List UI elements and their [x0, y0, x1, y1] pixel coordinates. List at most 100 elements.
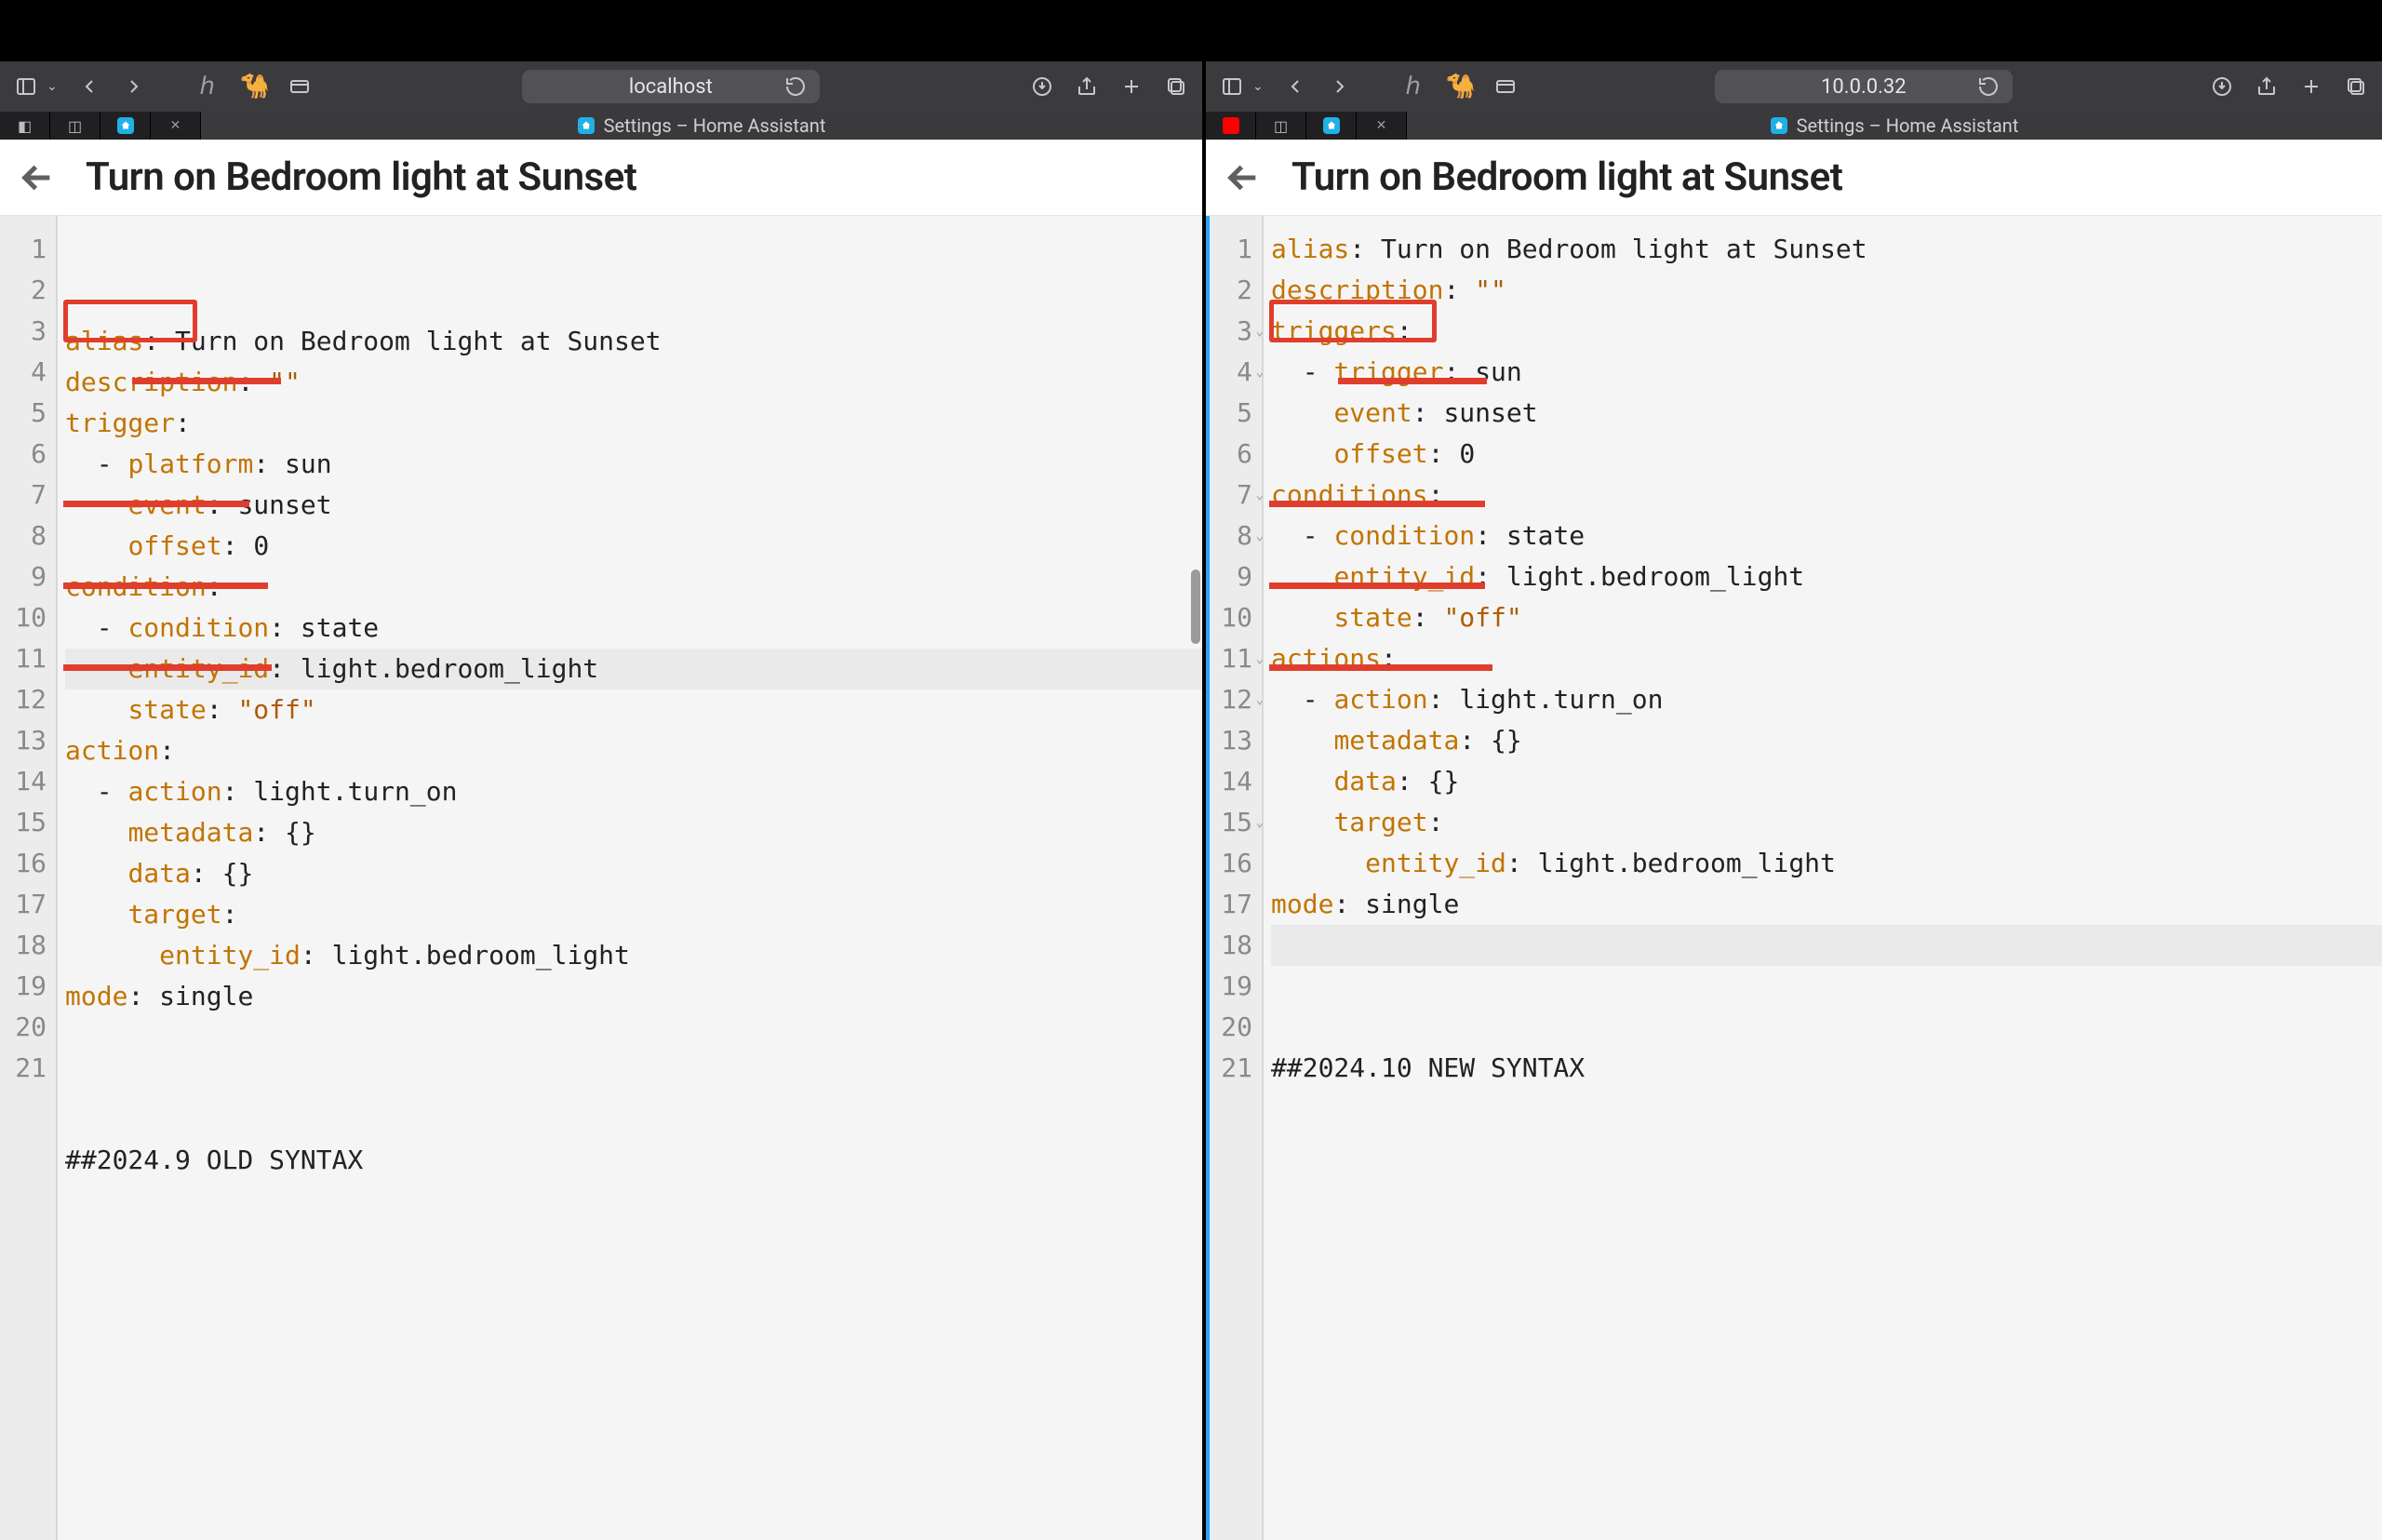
nav-back-icon[interactable] — [76, 74, 102, 100]
code-line[interactable]: data: {} — [65, 853, 1202, 894]
code-line[interactable]: - condition: state — [1271, 516, 2382, 556]
sidebar-toggle-icon[interactable] — [1219, 74, 1245, 100]
editor-code-area[interactable]: alias: Turn on Bedroom light at Sunsetde… — [1264, 216, 2382, 1540]
fold-caret-icon[interactable]: ⌄ — [1256, 352, 1264, 393]
code-line[interactable]: offset: 0 — [1271, 434, 2382, 475]
new-tab-icon[interactable] — [1118, 74, 1144, 100]
downloads-icon[interactable] — [2209, 74, 2235, 100]
code-line[interactable]: metadata: {} — [65, 812, 1202, 853]
app-icon: ◫ — [68, 117, 82, 135]
code-line[interactable]: state: "off" — [65, 690, 1202, 730]
code-line[interactable] — [1271, 1007, 2382, 1048]
window-mode-icon[interactable] — [1492, 74, 1519, 100]
tabs-overview-icon[interactable] — [2343, 74, 2369, 100]
yaml-editor[interactable]: 123456789101112131415161718192021 alias:… — [0, 216, 1202, 1540]
tab-close-button[interactable]: ✕ — [151, 112, 201, 140]
code-line[interactable]: state: "off" — [1271, 597, 2382, 638]
home-assistant-icon — [117, 117, 134, 134]
nav-forward-icon[interactable] — [121, 74, 147, 100]
pinned-tab-2[interactable]: ◫ — [1256, 112, 1306, 140]
tab-close-button[interactable]: ✕ — [1357, 112, 1407, 140]
code-line[interactable]: target: — [65, 894, 1202, 935]
code-line[interactable]: - trigger: sun — [1271, 352, 2382, 393]
code-line[interactable]: entity_id: light.bedroom_light — [65, 935, 1202, 976]
sidebar-dropdown-icon[interactable]: ⌄ — [1252, 79, 1264, 94]
fold-caret-icon[interactable]: ⌄ — [1256, 679, 1264, 720]
code-line[interactable]: description: "" — [1271, 270, 2382, 311]
camel-extension-icon[interactable]: 🐪 — [240, 73, 268, 100]
code-line[interactable]: condition: — [65, 567, 1202, 608]
code-line[interactable]: target: — [1271, 802, 2382, 843]
code-line[interactable]: ##2024.9 OLD SYNTAX — [65, 1140, 1202, 1181]
nav-back-icon[interactable] — [1282, 74, 1308, 100]
pinned-tab-3[interactable] — [100, 112, 151, 140]
fold-caret-icon[interactable]: ⌄ — [1256, 475, 1264, 516]
pinned-tab-2[interactable]: ◫ — [50, 112, 100, 140]
code-line[interactable]: conditions: — [1271, 475, 2382, 516]
code-line[interactable]: event: sunset — [65, 485, 1202, 526]
fold-caret-icon[interactable]: ⌄ — [1256, 802, 1264, 843]
active-tab[interactable]: Settings – Home Assistant — [1407, 112, 2382, 140]
pinned-tab-1[interactable]: ◧ — [0, 112, 50, 140]
code-line[interactable]: - action: light.turn_on — [65, 771, 1202, 812]
code-line[interactable]: entity_id: light.bedroom_light — [1271, 843, 2382, 884]
code-line[interactable]: mode: single — [65, 976, 1202, 1017]
yaml-editor[interactable]: 123⌄4⌄567⌄8⌄91011⌄12⌄131415⌄161718192021… — [1206, 216, 2382, 1540]
app-icon: ◫ — [1274, 117, 1288, 135]
code-line[interactable]: trigger: — [65, 403, 1202, 444]
code-line[interactable]: actions: — [1271, 638, 2382, 679]
code-line[interactable]: alias: Turn on Bedroom light at Sunset — [1271, 229, 2382, 270]
code-line[interactable]: action: — [65, 730, 1202, 771]
page-back-button[interactable] — [15, 155, 60, 200]
code-line[interactable]: - action: light.turn_on — [1271, 679, 2382, 720]
pinned-tab-1[interactable] — [1206, 112, 1256, 140]
active-tab[interactable]: Settings – Home Assistant — [201, 112, 1202, 140]
honey-extension-icon[interactable]: ℎ — [194, 73, 221, 100]
address-bar[interactable]: 10.0.0.32 — [1715, 70, 2013, 103]
code-line[interactable]: data: {} — [1271, 761, 2382, 802]
pinned-tab-3[interactable] — [1306, 112, 1357, 140]
code-line[interactable]: - condition: state — [65, 608, 1202, 649]
editor-code-area[interactable]: alias: Turn on Bedroom light at Sunsetde… — [58, 216, 1202, 1540]
fold-caret-icon[interactable]: ⌄ — [1256, 311, 1264, 352]
code-line[interactable]: description: "" — [65, 362, 1202, 403]
code-line[interactable]: metadata: {} — [1271, 720, 2382, 761]
code-line[interactable]: entity_id: light.bedroom_light — [1271, 556, 2382, 597]
sidebar-dropdown-icon[interactable]: ⌄ — [47, 79, 58, 94]
nav-forward-icon[interactable] — [1327, 74, 1353, 100]
close-icon: ✕ — [170, 118, 181, 133]
window-top-letterbox — [0, 0, 2382, 61]
code-line[interactable]: offset: 0 — [65, 526, 1202, 567]
tabs-overview-icon[interactable] — [1163, 74, 1189, 100]
code-line[interactable]: triggers: — [1271, 311, 2382, 352]
new-tab-icon[interactable] — [2298, 74, 2324, 100]
code-line[interactable]: - platform: sun — [65, 444, 1202, 485]
fold-caret-icon[interactable]: ⌄ — [1256, 638, 1264, 679]
camel-extension-icon[interactable]: 🐪 — [1446, 73, 1474, 100]
code-line[interactable]: mode: single — [1271, 884, 2382, 925]
home-assistant-icon — [1323, 117, 1340, 134]
code-line[interactable]: ##2024.10 NEW SYNTAX — [1271, 1048, 2382, 1089]
code-line[interactable] — [1271, 925, 2382, 966]
tab-title: Settings – Home Assistant — [1797, 114, 2019, 137]
reload-icon[interactable] — [783, 74, 809, 100]
code-line[interactable] — [65, 1017, 1202, 1058]
code-line[interactable]: entity_id: light.bedroom_light — [65, 649, 1202, 690]
page-back-button[interactable] — [1221, 155, 1265, 200]
share-icon[interactable] — [1074, 74, 1100, 100]
sidebar-toggle-icon[interactable] — [13, 74, 39, 100]
code-line[interactable] — [1271, 966, 2382, 1007]
reload-icon[interactable] — [1975, 74, 2001, 100]
code-line[interactable] — [65, 1099, 1202, 1140]
page-title: Turn on Bedroom light at Sunset — [86, 154, 636, 200]
code-line[interactable] — [65, 1058, 1202, 1099]
address-bar[interactable]: localhost — [522, 70, 820, 103]
share-icon[interactable] — [2254, 74, 2280, 100]
window-mode-icon[interactable] — [287, 74, 313, 100]
fold-caret-icon[interactable]: ⌄ — [1256, 516, 1264, 556]
downloads-icon[interactable] — [1029, 74, 1055, 100]
honey-extension-icon[interactable]: ℎ — [1399, 73, 1427, 100]
code-line[interactable]: alias: Turn on Bedroom light at Sunset — [65, 321, 1202, 362]
code-line[interactable]: event: sunset — [1271, 393, 2382, 434]
browser-toolbar: ⌄ ℎ 🐪 10.0.0.32 — [1206, 61, 2382, 112]
